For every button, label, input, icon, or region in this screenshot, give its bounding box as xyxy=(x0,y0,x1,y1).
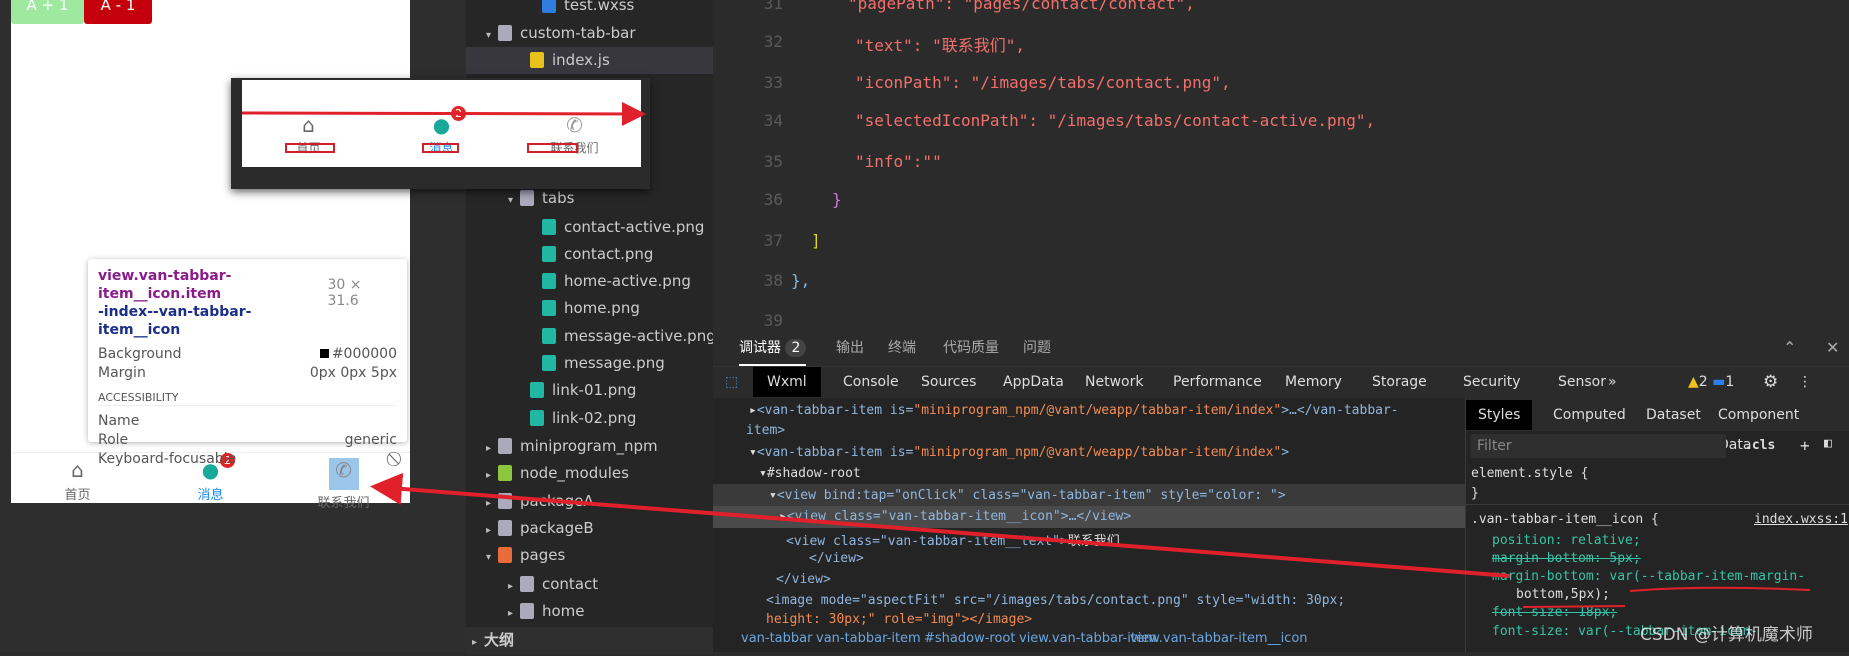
arrow-annotation xyxy=(370,472,1511,578)
annotation-arrows xyxy=(241,101,1811,608)
underline-annotation xyxy=(1522,586,1811,608)
arrow-annotation xyxy=(241,101,646,126)
